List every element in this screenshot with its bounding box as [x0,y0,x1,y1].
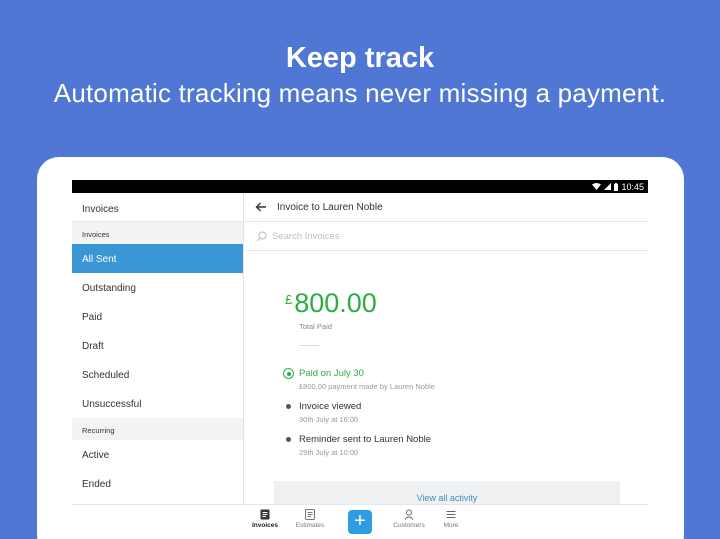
sidebar-item-draft[interactable]: Draft [72,331,243,360]
timeline-item: Paid on July 30 £800.00 payment made by … [283,368,583,401]
timeline-subtitle: £800.00 payment made by Lauren Noble [299,382,435,391]
bottom-nav: Invoices Estimates + Customers More [72,504,648,539]
battery-icon [614,182,619,191]
sidebar-item-unsuccessful[interactable]: Unsuccessful [72,389,243,418]
sidebar-item-ended[interactable]: Ended [72,469,243,498]
sidebar-item-outstanding[interactable]: Outstanding [72,273,243,302]
tab-invoices[interactable]: Invoices [243,509,287,529]
tab-estimates-label: Estimates [295,522,325,529]
timeline-title: Paid on July 30 [299,368,364,379]
amount-currency: £ [285,292,293,307]
section-label-invoices: Invoices [72,222,243,244]
menu-icon [446,511,456,518]
tab-invoices-label: Invoices [251,522,278,529]
timeline-subtitle: 30th July at 16:00 [299,415,359,424]
divider [299,345,319,346]
search-icon [256,231,267,241]
invoice-header: Invoice to Lauren Noble [245,193,648,222]
sidebar: Invoices Invoices All Sent Outstanding P… [72,193,244,539]
sidebar-item-paid[interactable]: Paid [72,302,243,331]
section-label-recurring: Recurring [72,418,243,440]
estimate-icon [305,509,315,520]
invoice-icon [260,509,270,520]
timeline-item: Invoice viewed 30th July at 16:00 [283,401,583,434]
hero-subtitle: Automatic tracking means never missing a… [53,78,667,108]
timeline-title: Invoice viewed [299,401,362,412]
timeline-dot-icon [286,404,291,409]
sidebar-item-active[interactable]: Active [72,440,243,469]
person-icon [404,509,414,520]
app-screen: 10:45 Invoices Invoices All Sent Outstan… [72,180,648,539]
activity-timeline: Paid on July 30 £800.00 payment made by … [283,368,583,467]
wifi-icon [592,183,602,190]
tab-more[interactable]: More [429,509,473,529]
sidebar-item-scheduled[interactable]: Scheduled [72,360,243,389]
status-time: 10:45 [621,181,644,192]
back-arrow-icon[interactable] [254,200,268,214]
timeline-subtitle: 29th July at 10:00 [299,448,359,457]
tab-customers-label: Customers [393,522,425,529]
search-input[interactable] [272,230,572,242]
tab-customers[interactable]: Customers [387,509,431,529]
timeline-title: Reminder sent to Lauren Noble [299,434,432,445]
signal-icon [604,183,612,190]
total-amount: £ 800.00 [285,288,377,319]
sidebar-header: Invoices [72,193,243,222]
invoice-title: Invoice to Lauren Noble [277,201,383,213]
timeline-item: Reminder sent to Lauren Noble 29th July … [283,434,583,467]
status-bar: 10:45 [72,180,648,193]
add-button[interactable]: + [348,510,372,534]
amount-label: Total Paid [299,322,332,331]
tab-estimates[interactable]: Estimates [288,509,332,529]
tab-more-label: More [443,522,459,529]
paid-check-icon [283,368,294,379]
invoice-detail: Invoice to Lauren Noble £ 800.00 Total P… [245,193,648,539]
amount-value: 800.00 [294,288,377,318]
sidebar-item-all-sent[interactable]: All Sent [72,244,243,273]
timeline-dot-icon [286,437,291,442]
hero-title: Keep track [285,42,435,74]
search-bar [245,222,648,251]
